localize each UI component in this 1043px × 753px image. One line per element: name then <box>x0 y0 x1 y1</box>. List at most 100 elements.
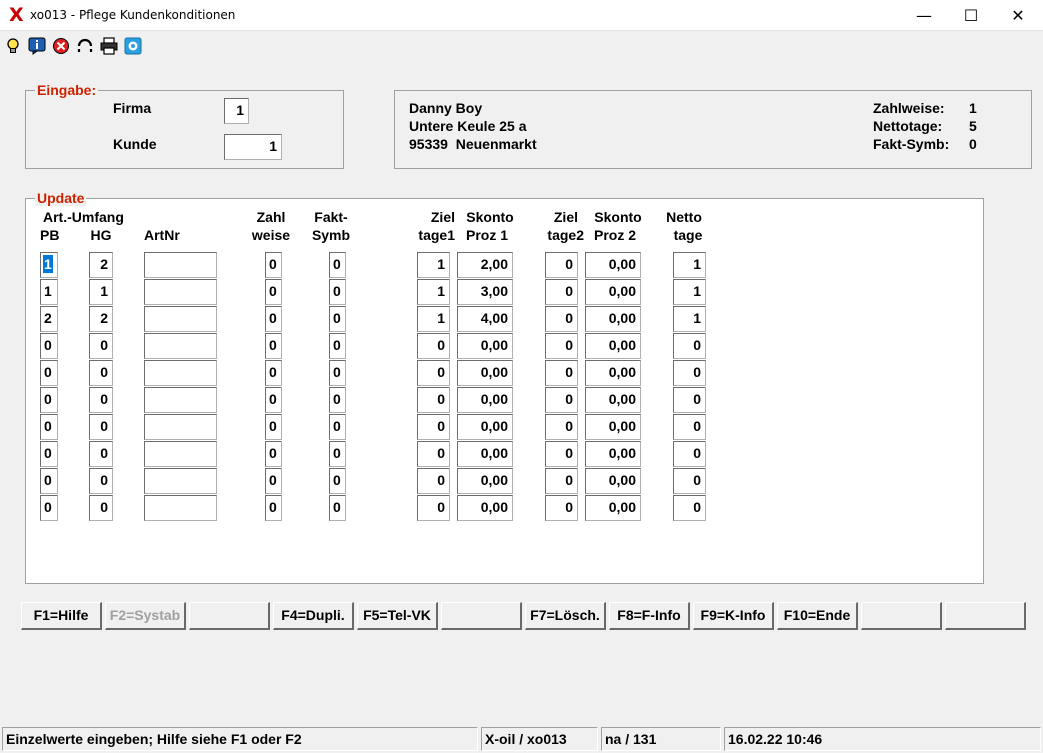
ziel1-field[interactable]: 0 <box>417 387 450 413</box>
netto-field[interactable]: 0 <box>673 387 706 413</box>
artnr-field[interactable] <box>144 333 217 359</box>
artnr-field[interactable] <box>144 252 217 278</box>
help-icon[interactable] <box>124 37 142 55</box>
pb-field[interactable]: 0 <box>40 441 58 467</box>
fkey-button-11[interactable] <box>861 602 942 630</box>
hg-field[interactable]: 0 <box>89 387 113 413</box>
ziel2-field[interactable]: 0 <box>545 468 578 494</box>
lightbulb-icon[interactable] <box>4 37 22 55</box>
skonto1-field[interactable]: 0,00 <box>457 387 513 413</box>
ziel1-field[interactable]: 0 <box>417 495 450 521</box>
close-button[interactable]: ✕ <box>995 0 1041 31</box>
zahlweise-field[interactable]: 0 <box>265 441 282 467</box>
skonto1-field[interactable]: 0,00 <box>457 495 513 521</box>
artnr-field[interactable] <box>144 468 217 494</box>
skonto1-field[interactable]: 0,00 <box>457 360 513 386</box>
fkey-button-4[interactable]: F4=Dupli. <box>273 602 354 630</box>
fkey-button-12[interactable] <box>945 602 1026 630</box>
skonto2-field[interactable]: 0,00 <box>585 414 641 440</box>
netto-field[interactable]: 0 <box>673 333 706 359</box>
hg-field[interactable]: 0 <box>89 414 113 440</box>
skonto1-field[interactable]: 0,00 <box>457 441 513 467</box>
ziel2-field[interactable]: 0 <box>545 360 578 386</box>
artnr-field[interactable] <box>144 495 217 521</box>
skonto2-field[interactable]: 0,00 <box>585 468 641 494</box>
faktsymb-field[interactable]: 0 <box>329 306 346 332</box>
ziel1-field[interactable]: 1 <box>417 252 450 278</box>
pb-field[interactable]: 0 <box>40 360 58 386</box>
zahlweise-field[interactable]: 0 <box>265 360 282 386</box>
zahlweise-field[interactable]: 0 <box>265 279 282 305</box>
zahlweise-field[interactable]: 0 <box>265 333 282 359</box>
skonto1-field[interactable]: 0,00 <box>457 333 513 359</box>
faktsymb-field[interactable]: 0 <box>329 414 346 440</box>
artnr-field[interactable] <box>144 360 217 386</box>
fkey-button-3[interactable] <box>189 602 270 630</box>
skonto1-field[interactable]: 3,00 <box>457 279 513 305</box>
faktsymb-field[interactable]: 0 <box>329 279 346 305</box>
firma-field[interactable]: 1 <box>224 98 249 124</box>
ziel2-field[interactable]: 0 <box>545 387 578 413</box>
netto-field[interactable]: 0 <box>673 414 706 440</box>
skonto1-field[interactable]: 2,00 <box>457 252 513 278</box>
artnr-field[interactable] <box>144 306 217 332</box>
refresh-icon[interactable] <box>76 37 94 55</box>
skonto2-field[interactable]: 0,00 <box>585 441 641 467</box>
ziel1-field[interactable]: 1 <box>417 279 450 305</box>
ziel1-field[interactable]: 0 <box>417 441 450 467</box>
zahlweise-field[interactable]: 0 <box>265 387 282 413</box>
pb-field[interactable]: 0 <box>40 333 58 359</box>
skonto2-field[interactable]: 0,00 <box>585 360 641 386</box>
artnr-field[interactable] <box>144 387 217 413</box>
hg-field[interactable]: 0 <box>89 360 113 386</box>
netto-field[interactable]: 0 <box>673 468 706 494</box>
fkey-button-6[interactable] <box>441 602 522 630</box>
skonto2-field[interactable]: 0,00 <box>585 387 641 413</box>
faktsymb-field[interactable]: 0 <box>329 252 346 278</box>
skonto1-field[interactable]: 0,00 <box>457 414 513 440</box>
netto-field[interactable]: 0 <box>673 441 706 467</box>
zahlweise-field[interactable]: 0 <box>265 414 282 440</box>
hg-field[interactable]: 0 <box>89 441 113 467</box>
faktsymb-field[interactable]: 0 <box>329 441 346 467</box>
cancel-icon[interactable] <box>52 37 70 55</box>
hg-field[interactable]: 0 <box>89 333 113 359</box>
skonto2-field[interactable]: 0,00 <box>585 279 641 305</box>
ziel1-field[interactable]: 1 <box>417 306 450 332</box>
ziel2-field[interactable]: 0 <box>545 333 578 359</box>
netto-field[interactable]: 1 <box>673 306 706 332</box>
pb-field[interactable]: 0 <box>40 387 58 413</box>
pb-field[interactable]: 0 <box>40 468 58 494</box>
faktsymb-field[interactable]: 0 <box>329 468 346 494</box>
netto-field[interactable]: 0 <box>673 495 706 521</box>
minimize-button[interactable]: — <box>901 0 947 31</box>
skonto1-field[interactable]: 0,00 <box>457 468 513 494</box>
fkey-button-1[interactable]: F1=Hilfe <box>21 602 102 630</box>
ziel2-field[interactable]: 0 <box>545 414 578 440</box>
kunde-field[interactable]: 1 <box>224 134 282 160</box>
skonto2-field[interactable]: 0,00 <box>585 333 641 359</box>
skonto1-field[interactable]: 4,00 <box>457 306 513 332</box>
zahlweise-field[interactable]: 0 <box>265 468 282 494</box>
fkey-button-9[interactable]: F9=K-Info <box>693 602 774 630</box>
pb-field[interactable]: 1 <box>40 252 58 278</box>
ziel2-field[interactable]: 0 <box>545 306 578 332</box>
fkey-button-8[interactable]: F8=F-Info <box>609 602 690 630</box>
zahlweise-field[interactable]: 0 <box>265 252 282 278</box>
ziel2-field[interactable]: 0 <box>545 252 578 278</box>
info-icon[interactable] <box>28 37 46 55</box>
ziel1-field[interactable]: 0 <box>417 468 450 494</box>
hg-field[interactable]: 1 <box>89 279 113 305</box>
hg-field[interactable]: 2 <box>89 252 113 278</box>
pb-field[interactable]: 1 <box>40 279 58 305</box>
netto-field[interactable]: 0 <box>673 360 706 386</box>
faktsymb-field[interactable]: 0 <box>329 387 346 413</box>
ziel1-field[interactable]: 0 <box>417 414 450 440</box>
fkey-button-5[interactable]: F5=Tel-VK <box>357 602 438 630</box>
maximize-button[interactable]: ☐ <box>948 0 994 31</box>
skonto2-field[interactable]: 0,00 <box>585 252 641 278</box>
print-icon[interactable] <box>100 37 118 55</box>
faktsymb-field[interactable]: 0 <box>329 495 346 521</box>
netto-field[interactable]: 1 <box>673 252 706 278</box>
pb-field[interactable]: 0 <box>40 414 58 440</box>
